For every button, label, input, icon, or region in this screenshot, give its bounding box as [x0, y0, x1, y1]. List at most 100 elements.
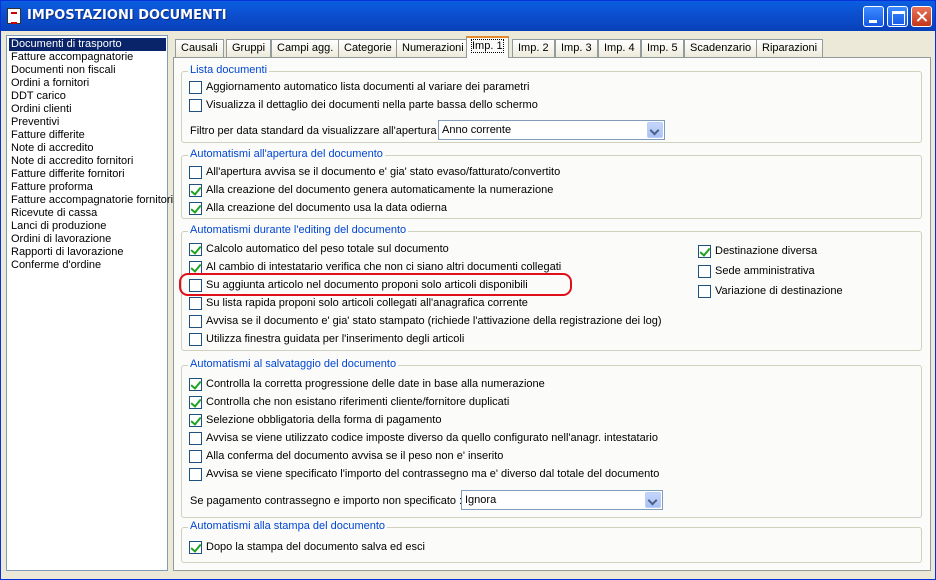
checkbox-unchecked[interactable]: [189, 297, 202, 310]
checkbox-unchecked[interactable]: [698, 265, 711, 278]
checkbox-unchecked[interactable]: [189, 333, 202, 346]
option-label: Alla creazione del documento usa la data…: [206, 202, 447, 214]
option-checkbox-row[interactable]: Avvisa se viene specificato l'importo de…: [189, 468, 659, 483]
checkbox-checked[interactable]: [189, 202, 202, 215]
document-type-list[interactable]: Documenti di trasporto Fatture accompagna…: [6, 35, 173, 571]
group-title: Automatismi alla stampa del documento: [188, 520, 388, 532]
tab-label: Imp. 4: [604, 42, 635, 54]
chevron-down-icon[interactable]: [647, 122, 663, 138]
option-label: Destinazione diversa: [715, 245, 818, 257]
option-label: Su lista rapida proponi solo articoli co…: [206, 297, 528, 309]
close-button[interactable]: [911, 6, 932, 27]
tab-label: Imp. 3: [561, 42, 592, 54]
tab-campi-agg[interactable]: Campi agg.: [271, 39, 340, 58]
doc-type-item[interactable]: Note di accredito: [9, 142, 167, 155]
option-checkbox-row[interactable]: Alla creazione del documento genera auto…: [189, 184, 553, 199]
doc-type-item[interactable]: Ordini a fornitori: [9, 77, 167, 90]
tab-riparazioni[interactable]: Riparazioni: [756, 39, 824, 58]
option-checkbox-row[interactable]: Avvisa se il documento e' gia' stato sta…: [189, 315, 662, 330]
option-checkbox-row[interactable]: Alla creazione del documento usa la data…: [189, 202, 447, 217]
checkbox-checked[interactable]: [189, 184, 202, 197]
option-checkbox-row[interactable]: Controlla che non esistano riferimenti c…: [189, 396, 509, 411]
tab-imp-4[interactable]: Imp. 4: [598, 39, 641, 58]
doc-type-item[interactable]: Documenti non fiscali: [9, 64, 167, 77]
checkbox-unchecked[interactable]: [189, 315, 202, 328]
option-label: Avvisa se il documento e' gia' stato sta…: [206, 315, 662, 327]
checkbox-unchecked[interactable]: [189, 468, 202, 481]
doc-type-item[interactable]: Documenti di trasporto: [9, 38, 166, 51]
payment-select[interactable]: Ignora: [461, 490, 663, 510]
tab-numerazioni[interactable]: Numerazioni: [396, 39, 470, 58]
option-label: Avvisa se viene specificato l'importo de…: [206, 468, 660, 480]
option-checkbox-row[interactable]: Dopo la stampa del documento salva ed es…: [189, 541, 425, 556]
option-label: Selezione obbligatoria della forma di pa…: [206, 414, 442, 426]
option-label: Dopo la stampa del documento salva ed es…: [206, 541, 425, 553]
tab-causali[interactable]: Causali: [175, 39, 224, 58]
doc-type-item[interactable]: Fatture proforma: [9, 181, 167, 194]
option-checkbox-row[interactable]: Avvisa se viene utilizzato codice impost…: [189, 432, 658, 447]
checkbox-checked[interactable]: [189, 414, 202, 427]
tab-panel-imp1: Lista documenti Filtro per data standard…: [173, 57, 931, 571]
option-checkbox-row[interactable]: Variazione di destinazione: [698, 285, 843, 300]
option-checkbox-row[interactable]: Visualizza il dettaglio dei documenti ne…: [189, 99, 538, 114]
tab-label: Numerazioni: [402, 42, 464, 54]
tab-imp-5[interactable]: Imp. 5: [641, 39, 684, 58]
doc-type-item[interactable]: DDT carico: [9, 90, 167, 103]
checkbox-checked[interactable]: [189, 396, 202, 409]
annotation-highlight-oval: [179, 273, 572, 296]
checkbox-checked[interactable]: [698, 245, 711, 258]
tab-scadenzario[interactable]: Scadenzario: [684, 39, 758, 58]
doc-type-item[interactable]: Ordini di lavorazione: [9, 233, 167, 246]
filter-date-select[interactable]: Anno corrente: [438, 120, 665, 140]
option-label: All'apertura avvisa se il documento e' g…: [206, 166, 561, 178]
tab-label: Imp. 2: [518, 42, 549, 54]
option-checkbox-row[interactable]: Aggiornamento automatico lista documenti…: [189, 81, 529, 96]
option-checkbox-row[interactable]: Alla conferma del documento avvisa se il…: [189, 450, 503, 465]
option-checkbox-row[interactable]: All'apertura avvisa se il documento e' g…: [189, 166, 560, 181]
tab-imp-2[interactable]: Imp. 2: [512, 39, 555, 58]
option-checkbox-row[interactable]: Destinazione diversa: [698, 245, 817, 260]
checkbox-checked[interactable]: [189, 378, 202, 391]
doc-type-item[interactable]: Ricevute di cassa: [9, 207, 167, 220]
option-checkbox-row[interactable]: Su lista rapida proponi solo articoli co…: [189, 297, 528, 312]
filter-date-value: Anno corrente: [442, 124, 512, 136]
option-label: Calcolo automatico del peso totale sul d…: [206, 243, 449, 255]
checkbox-unchecked[interactable]: [189, 99, 202, 112]
checkbox-checked[interactable]: [189, 243, 202, 256]
option-label: Variazione di destinazione: [715, 285, 843, 297]
option-checkbox-row[interactable]: Selezione obbligatoria della forma di pa…: [189, 414, 441, 429]
option-checkbox-row[interactable]: Utilizza finestra guidata per l'inserime…: [189, 333, 464, 348]
checkbox-checked[interactable]: [189, 541, 202, 554]
group-title: Automatismi all'apertura del documento: [188, 148, 385, 160]
minimize-button[interactable]: [863, 6, 884, 27]
title-bar[interactable]: IMPOSTAZIONI DOCUMENTI: [1, 1, 935, 31]
checkbox-unchecked[interactable]: [189, 81, 202, 94]
tab-categorie[interactable]: Categorie: [338, 39, 398, 58]
option-checkbox-row[interactable]: Calcolo automatico del peso totale sul d…: [189, 243, 449, 258]
checkbox-unchecked[interactable]: [189, 450, 202, 463]
doc-type-item[interactable]: Conferme d'ordine: [9, 259, 167, 272]
option-checkbox-row[interactable]: Sede amministrativa: [698, 265, 815, 280]
option-checkbox-row[interactable]: Controlla la corretta progressione delle…: [189, 378, 545, 393]
window-title: IMPOSTAZIONI DOCUMENTI: [27, 8, 227, 23]
maximize-button[interactable]: [887, 6, 908, 27]
doc-type-item[interactable]: Fatture accompagnatorie: [9, 51, 167, 64]
tab-imp-3[interactable]: Imp. 3: [555, 39, 598, 58]
doc-type-item[interactable]: Rapporti di lavorazione: [9, 246, 167, 259]
doc-type-item[interactable]: Note di accredito fornitori: [9, 155, 167, 168]
doc-type-item[interactable]: Fatture differite fornitori: [9, 168, 167, 181]
tab-label: Gruppi: [232, 42, 266, 54]
doc-type-item[interactable]: Ordini clienti: [9, 103, 167, 116]
doc-type-item[interactable]: Fatture accompagnatorie fornitori: [9, 194, 173, 207]
doc-type-item[interactable]: Preventivi: [9, 116, 167, 129]
tab-imp-1[interactable]: Imp. 1: [466, 36, 509, 58]
doc-type-item[interactable]: Fatture differite: [9, 129, 167, 142]
doc-type-item[interactable]: Lanci di produzione: [9, 220, 167, 233]
checkbox-unchecked[interactable]: [189, 166, 202, 179]
chevron-down-icon[interactable]: [645, 492, 661, 508]
group-title: Automatismi durante l'editing del docume…: [188, 224, 409, 236]
checkbox-unchecked[interactable]: [189, 432, 202, 445]
tab-gruppi[interactable]: Gruppi: [226, 39, 272, 58]
checkbox-unchecked[interactable]: [698, 285, 711, 298]
app-document-icon: [7, 8, 21, 24]
